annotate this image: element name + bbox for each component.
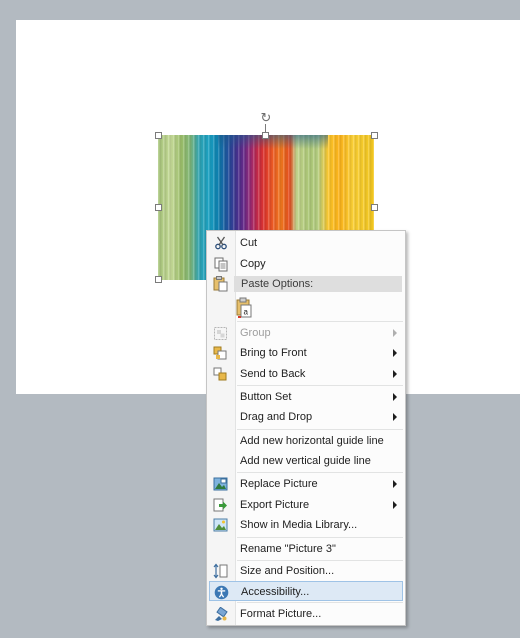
- resize-handle-middle-left[interactable]: [155, 204, 162, 211]
- paste-option-keep-text-only[interactable]: a: [235, 297, 255, 319]
- submenu-arrow-icon: [393, 480, 397, 488]
- group-icon: [212, 325, 229, 341]
- export-picture-icon: [212, 497, 229, 513]
- menu-item-cut[interactable]: Cut: [209, 233, 403, 253]
- menu-item-format-picture[interactable]: Format Picture...: [209, 604, 403, 624]
- send-to-back-icon: [212, 366, 229, 382]
- resize-handle-middle-right[interactable]: [371, 204, 378, 211]
- menu-item-add-vertical-guide[interactable]: Add new vertical guide line: [209, 451, 403, 471]
- menu-label-size-and-position: Size and Position...: [240, 565, 335, 577]
- paste-options-label: Paste Options:: [241, 278, 314, 290]
- context-menu: Cut Copy Paste Options: a Group Bring to…: [206, 230, 406, 626]
- menu-item-export-picture[interactable]: Export Picture: [209, 495, 403, 515]
- menu-separator: [237, 472, 403, 473]
- scissors-icon: [212, 235, 229, 251]
- paste-options-header: Paste Options:: [234, 276, 402, 292]
- menu-separator: [237, 321, 403, 322]
- picture-shade: [218, 135, 328, 149]
- menu-item-rename[interactable]: Rename "Picture 3": [209, 539, 403, 559]
- size-and-position-icon: [212, 563, 229, 579]
- menu-label-button-set: Button Set: [240, 391, 292, 403]
- copy-icon: [212, 256, 229, 272]
- menu-separator: [237, 602, 403, 603]
- menu-label-accessibility: Accessibility...: [241, 586, 310, 598]
- format-picture-icon: [212, 606, 229, 622]
- menu-label-add-vertical-guide: Add new vertical guide line: [240, 455, 371, 467]
- resize-handle-top-center[interactable]: [262, 132, 269, 139]
- resize-handle-top-right[interactable]: [371, 132, 378, 139]
- submenu-arrow-icon: [393, 413, 397, 421]
- menu-item-replace-picture[interactable]: Replace Picture: [209, 474, 403, 494]
- bring-to-front-icon: [212, 345, 229, 361]
- submenu-arrow-icon: [393, 501, 397, 509]
- menu-label-add-horizontal-guide: Add new horizontal guide line: [240, 435, 384, 447]
- menu-label-rename: Rename "Picture 3": [240, 543, 336, 555]
- menu-label-drag-and-drop: Drag and Drop: [240, 411, 313, 423]
- paste-icon: [212, 276, 229, 292]
- menu-item-button-set[interactable]: Button Set: [209, 387, 403, 407]
- menu-item-add-horizontal-guide[interactable]: Add new horizontal guide line: [209, 431, 403, 451]
- menu-label-copy: Copy: [240, 258, 266, 270]
- menu-label-export-picture: Export Picture: [240, 499, 310, 511]
- menu-item-show-in-media-library[interactable]: Show in Media Library...: [209, 515, 403, 535]
- menu-separator: [237, 429, 403, 430]
- rotate-handle-icon[interactable]: ↻: [259, 111, 273, 125]
- menu-label-cut: Cut: [240, 237, 258, 249]
- submenu-arrow-icon: [393, 370, 397, 378]
- menu-label-replace-picture: Replace Picture: [240, 478, 318, 490]
- menu-separator: [237, 385, 403, 386]
- menu-item-copy[interactable]: Copy: [209, 254, 403, 274]
- menu-item-bring-to-front[interactable]: Bring to Front: [209, 343, 403, 363]
- submenu-arrow-icon: [393, 393, 397, 401]
- menu-label-send-to-back: Send to Back: [240, 368, 306, 380]
- resize-handle-top-left[interactable]: [155, 132, 162, 139]
- menu-label-bring-to-front: Bring to Front: [240, 347, 307, 359]
- menu-item-send-to-back[interactable]: Send to Back: [209, 364, 403, 384]
- submenu-arrow-icon: [393, 329, 397, 337]
- submenu-arrow-icon: [393, 349, 397, 357]
- media-library-icon: [212, 517, 229, 533]
- menu-item-accessibility[interactable]: Accessibility...: [209, 581, 403, 601]
- keep-text-only-icon: a: [236, 297, 252, 318]
- accessibility-icon: [213, 584, 230, 600]
- menu-label-format-picture: Format Picture...: [240, 608, 322, 620]
- svg-text:a: a: [244, 308, 249, 317]
- replace-picture-icon: [212, 476, 229, 492]
- menu-label-group: Group: [240, 327, 271, 339]
- menu-item-group[interactable]: Group: [209, 323, 403, 343]
- menu-label-show-in-media-library: Show in Media Library...: [240, 519, 358, 531]
- menu-item-size-and-position[interactable]: Size and Position...: [209, 561, 403, 581]
- menu-separator: [237, 537, 403, 538]
- resize-handle-bottom-left[interactable]: [155, 276, 162, 283]
- menu-item-drag-and-drop[interactable]: Drag and Drop: [209, 407, 403, 427]
